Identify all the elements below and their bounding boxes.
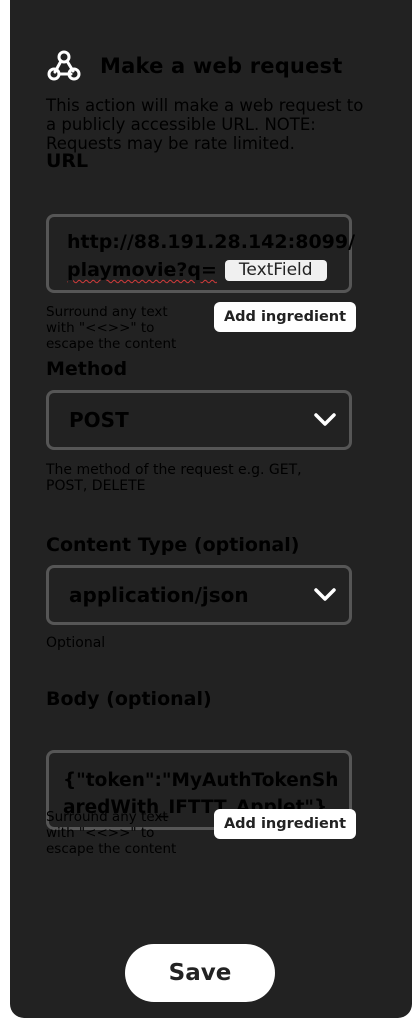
- url-input[interactable]: http://88.191.28.142:8099/ playmovie?q= …: [46, 214, 356, 293]
- method-label: Method: [46, 358, 128, 380]
- content-type-select[interactable]: application/json: [46, 565, 352, 625]
- body-hint: Surround any text with "<<>>" to escape …: [46, 809, 177, 857]
- method-select[interactable]: POST: [46, 390, 352, 450]
- chevron-down-icon: [313, 408, 337, 432]
- page-title: Make a web request: [100, 54, 343, 78]
- method-value: POST: [69, 408, 129, 432]
- url-label: URL: [46, 150, 89, 172]
- url-text-line2-row: playmovie?q= TextField: [67, 256, 349, 284]
- webhooks-icon: [46, 48, 82, 84]
- content-type-value: application/json: [69, 583, 249, 607]
- url-add-ingredient-button[interactable]: Add ingredient: [214, 302, 356, 332]
- content-type-label: Content Type (optional): [46, 534, 300, 556]
- body-label: Body (optional): [46, 688, 212, 710]
- url-text-line2: playmovie?q=: [67, 259, 217, 281]
- chevron-down-icon: [313, 583, 337, 607]
- url-hint: Surround any text with "<<>>" to escape …: [46, 304, 177, 352]
- url-text-line1: http://88.191.28.142:8099/: [67, 231, 356, 253]
- method-hint: The method of the request e.g. GET, POST…: [46, 462, 302, 494]
- header: Make a web request: [46, 42, 376, 90]
- save-button[interactable]: Save: [125, 944, 275, 1002]
- body-add-ingredient-button[interactable]: Add ingredient: [214, 809, 356, 839]
- ingredient-pill-textfield[interactable]: TextField: [224, 259, 327, 281]
- content-type-hint: Optional: [46, 635, 106, 651]
- action-description: This action will make a web request to a…: [46, 96, 364, 153]
